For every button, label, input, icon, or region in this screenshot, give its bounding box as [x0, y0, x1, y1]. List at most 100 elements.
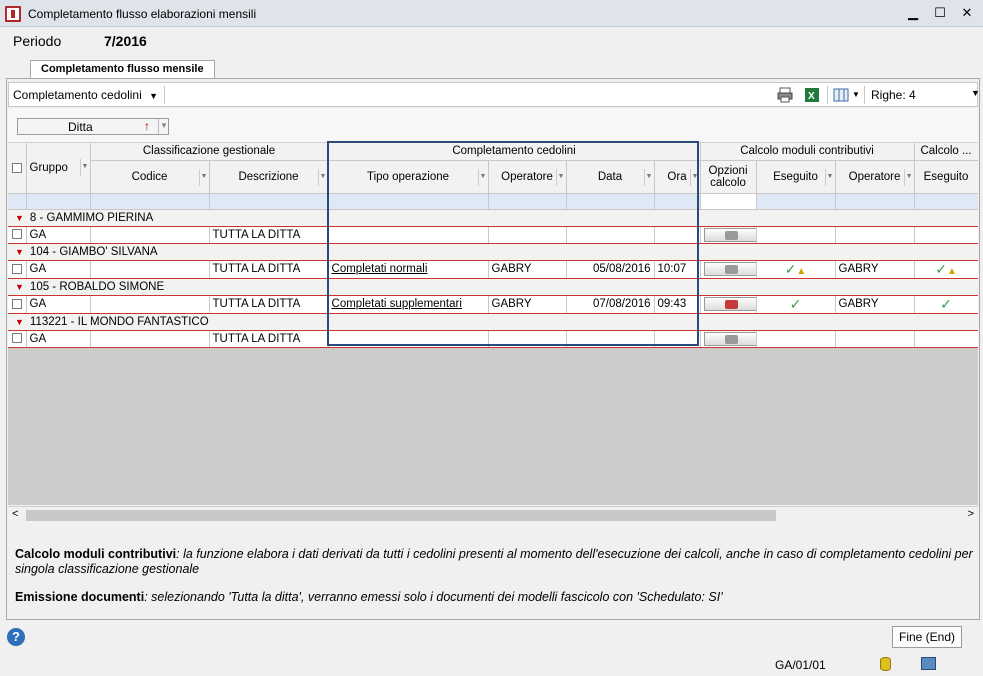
column-filter-icon[interactable]: ▼: [824, 168, 835, 186]
col-header-codice[interactable]: Codice ▼: [90, 160, 210, 194]
data-grid: Gruppo ▼ Classificazione gestionale Compl…: [8, 143, 978, 505]
chevron-down-icon[interactable]: ▼: [852, 90, 868, 106]
col-header-descrizione[interactable]: Descrizione ▼: [209, 160, 329, 194]
window-title: Completamento flusso elaborazioni mensil…: [28, 7, 257, 21]
check-icon: ✓: [784, 260, 797, 277]
collapse-arrow-icon[interactable]: ▼: [15, 213, 24, 223]
row-checkbox[interactable]: [11, 333, 22, 344]
row-checkbox[interactable]: [11, 263, 22, 274]
cell-ora: [654, 226, 701, 244]
group-chip-ditta[interactable]: Ditta ↑ ▼: [17, 118, 169, 135]
col-header-operatore[interactable]: Operatore ▼: [488, 160, 567, 194]
select-all-checkbox[interactable]: [11, 162, 22, 173]
group-row[interactable]: ▼ 113221 - IL MONDO FANTASTICO: [8, 312, 978, 331]
calculator-icon[interactable]: [703, 331, 756, 346]
righe-selector[interactable]: Righe: 4: [871, 88, 916, 102]
col-header-operatore-calcolo[interactable]: Operatore ▼: [835, 160, 915, 194]
table-row[interactable]: GA TUTTA LA DITTA Completati normali GAB…: [8, 260, 978, 279]
cell-eseguito-other: [914, 226, 978, 244]
collapse-arrow-icon[interactable]: ▼: [15, 247, 24, 257]
minimize-button[interactable]: ▁: [903, 4, 923, 22]
fine-button[interactable]: Fine (End): [892, 626, 962, 648]
calculator-icon[interactable]: [703, 227, 756, 242]
columns-config-icon[interactable]: [833, 87, 849, 103]
cell-codice: [90, 295, 210, 314]
column-filter-icon[interactable]: ▼: [477, 168, 488, 186]
tipo-operazione-link[interactable]: Completati supplementari: [332, 298, 462, 310]
col-header-opzioni-calcolo[interactable]: Opzioni calcolo: [700, 160, 757, 194]
row-checkbox[interactable]: [11, 298, 22, 309]
cell-eseguito: [756, 330, 836, 348]
close-button[interactable]: ✕: [957, 4, 977, 22]
view-dropdown[interactable]: Completamento cedolini ▼: [13, 88, 158, 102]
group-row[interactable]: ▼ 105 - ROBALDO SIMONE: [8, 277, 978, 296]
warning-icon: ▲: [796, 265, 807, 277]
col-header-eseguito[interactable]: Eseguito ▼: [756, 160, 836, 194]
cell-gruppo: GA: [26, 330, 91, 348]
col-header-tipo-operazione[interactable]: Tipo operazione ▼: [328, 160, 489, 194]
table-row[interactable]: GA TUTTA LA DITTA Completati supplementa…: [8, 295, 978, 314]
column-filter-icon[interactable]: ▼: [555, 168, 566, 186]
toolbar-divider: [164, 86, 165, 104]
cell-descrizione: TUTTA LA DITTA: [209, 226, 329, 244]
col-header-data[interactable]: Data ▼: [566, 160, 655, 194]
print-icon[interactable]: [777, 87, 793, 103]
col-header-eseguito-other[interactable]: Eseguito: [914, 160, 978, 194]
status-code: GA/01/01: [775, 658, 826, 672]
row-checkbox[interactable]: [11, 229, 22, 240]
group-title: 8 - GAMMIMO PIERINA: [29, 211, 154, 224]
cell-operatore-calcolo: [835, 330, 915, 348]
column-filter-icon[interactable]: ▼: [903, 168, 913, 186]
grid-header-groups: Gruppo ▼ Classificazione gestionale Compl…: [8, 143, 978, 194]
col-header-gruppo[interactable]: Gruppo ▼: [26, 143, 91, 194]
column-filter-icon[interactable]: ▼: [79, 159, 90, 176]
help-icon[interactable]: ?: [7, 628, 25, 646]
select-all-header[interactable]: [8, 143, 27, 194]
group-header-completamento: Completamento cedolini: [328, 143, 701, 161]
cell-tipo-operazione: [328, 226, 489, 244]
title-bar: Completamento flusso elaborazioni mensil…: [0, 0, 983, 27]
group-header-calcolo-other: Calcolo ...: [914, 143, 978, 161]
app-icon: [5, 6, 21, 22]
view-dropdown-label: Completamento cedolini: [13, 88, 142, 102]
tab-completamento-flusso[interactable]: Completamento flusso mensile: [30, 60, 215, 78]
group-row[interactable]: ▼ 104 - GIAMBO' SILVANA: [8, 242, 978, 261]
scroll-left-icon[interactable]: <: [12, 508, 18, 520]
horizontal-scrollbar[interactable]: < >: [8, 506, 978, 523]
calculator-icon[interactable]: [703, 262, 756, 276]
cell-eseguito-other: ✓▲: [914, 260, 978, 279]
col-header-ora[interactable]: Ora ▼: [654, 160, 701, 194]
database-icon: [880, 657, 891, 671]
tipo-operazione-link[interactable]: Completati normali: [332, 263, 428, 275]
collapse-arrow-icon[interactable]: ▼: [15, 317, 24, 327]
group-title: 113221 - IL MONDO FANTASTICO: [29, 315, 209, 328]
cell-ora: 09:43: [654, 295, 701, 314]
calculator-icon[interactable]: [703, 297, 756, 311]
network-icon: [921, 657, 936, 670]
cell-operatore-calcolo: [835, 226, 915, 244]
table-row[interactable]: GA TUTTA LA DITTA: [8, 330, 978, 348]
filter-dropdown-icon[interactable]: ▼: [158, 119, 169, 134]
cell-operatore: GABRY: [488, 295, 567, 314]
table-row[interactable]: GA TUTTA LA DITTA: [8, 226, 978, 244]
group-header-calcolo-moduli: Calcolo moduli contributivi: [700, 143, 915, 161]
cell-tipo-operazione: [328, 330, 489, 348]
group-chip-label: Ditta: [68, 120, 93, 134]
column-filter-icon[interactable]: ▼: [643, 168, 654, 186]
group-row[interactable]: ▼ 8 - GAMMIMO PIERINA: [8, 208, 978, 227]
excel-icon[interactable]: X: [804, 87, 820, 103]
cell-operatore: [488, 330, 567, 348]
chevron-down-icon[interactable]: ▼: [971, 88, 980, 98]
filter-row[interactable]: [8, 193, 978, 210]
note-emissione-documenti: Emissione documenti: selezionando 'Tutta…: [15, 590, 723, 604]
column-filter-icon[interactable]: ▼: [317, 168, 327, 186]
column-filter-icon[interactable]: ▼: [689, 168, 700, 186]
column-filter-icon[interactable]: ▼: [198, 168, 209, 186]
scrollbar-thumb[interactable]: [26, 510, 776, 521]
scroll-right-icon[interactable]: >: [968, 508, 974, 520]
check-icon: ✓: [789, 295, 802, 312]
group-header-classificazione: Classificazione gestionale: [90, 143, 329, 161]
maximize-button[interactable]: ☐: [930, 4, 950, 22]
collapse-arrow-icon[interactable]: ▼: [15, 282, 24, 292]
cell-operatore-calcolo: GABRY: [835, 295, 915, 314]
